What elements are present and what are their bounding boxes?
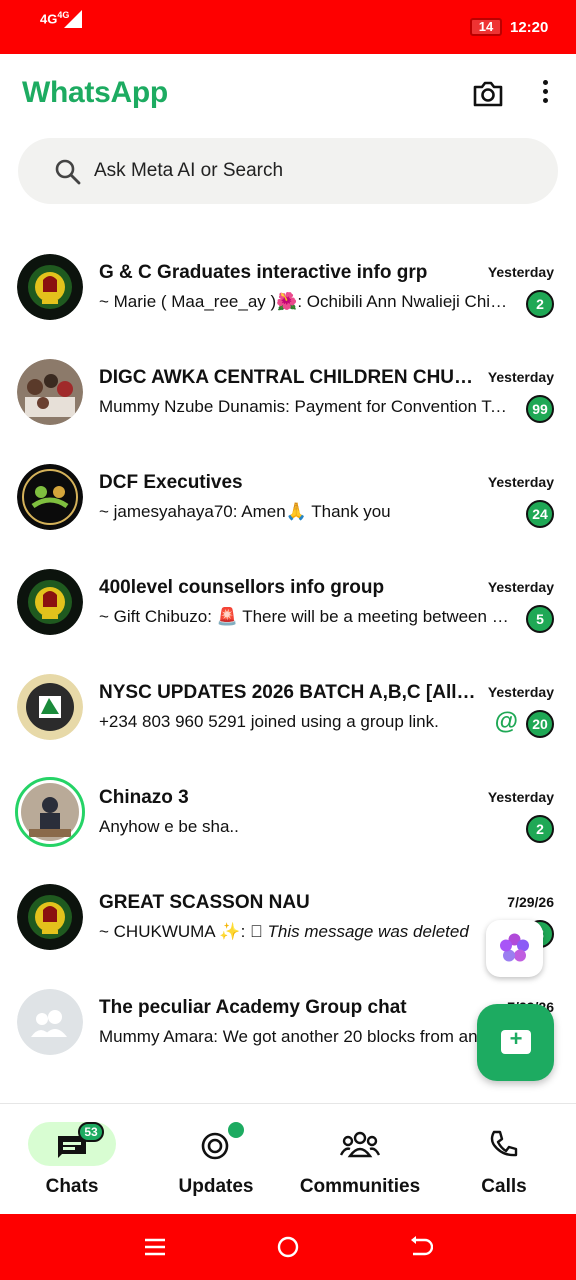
tab-communities[interactable]: Communities	[288, 1104, 432, 1215]
chat-name: GREAT SCASSON NAU	[99, 892, 310, 913]
app-title: WhatsApp	[22, 76, 168, 109]
meta-ai-icon	[500, 933, 529, 962]
group-avatar[interactable]	[17, 254, 83, 320]
chat-preview: ~ Marie ( Maa_ree_ay )🌺: Ochibili Ann Nw…	[99, 292, 509, 311]
chat-time: Yesterday	[487, 789, 554, 805]
chat-preview: Anyhow e be sha..	[99, 817, 239, 836]
back-icon[interactable]	[407, 1234, 433, 1260]
chat-item[interactable]: G & C Graduates interactive info grp Yes…	[0, 236, 576, 341]
mention-icon: @	[494, 708, 518, 735]
updates-indicator-dot	[228, 1122, 244, 1138]
chat-preview: ~ CHUKWUMA ✨: ⃠ This message was deleted	[99, 922, 509, 942]
home-icon[interactable]	[275, 1234, 301, 1260]
new-chat-button[interactable]	[477, 1004, 554, 1081]
group-avatar-placeholder[interactable]	[17, 989, 83, 1055]
search-icon	[55, 159, 81, 185]
search-input[interactable]	[94, 154, 514, 188]
communities-icon	[340, 1131, 380, 1158]
unread-badge: 99	[526, 395, 554, 423]
chat-preview: Mummy Nzube Dunamis: Payment for Convent…	[99, 397, 509, 416]
unread-chats-count: 53	[78, 1122, 104, 1142]
tab-calls[interactable]: Calls	[432, 1104, 576, 1215]
unread-badge: 2	[526, 815, 554, 843]
more-options-icon[interactable]	[540, 80, 550, 108]
group-avatar[interactable]	[17, 359, 83, 425]
chat-preview: +234 803 960 5291 joined using a group l…	[99, 712, 439, 731]
meta-ai-button[interactable]	[486, 920, 543, 977]
group-avatar[interactable]	[17, 464, 83, 530]
chat-name: G & C Graduates interactive info grp	[99, 262, 428, 283]
tab-label: Calls	[481, 1176, 527, 1197]
chat-item[interactable]: NYSC UPDATES 2026 BATCH A,B,C [All Str… …	[0, 656, 576, 761]
chat-name: DCF Executives	[99, 472, 243, 493]
system-navigation-bar	[0, 1214, 576, 1280]
chat-item[interactable]: 400level counsellors info group Yesterda…	[0, 551, 576, 656]
unread-badge: 24	[526, 500, 554, 528]
deleted-message-text: This message was deleted	[267, 922, 469, 941]
clock: 12:20	[510, 19, 549, 36]
tab-label: Updates	[178, 1176, 254, 1197]
chat-name: The peculiar Academy Group chat	[99, 997, 407, 1018]
unread-badge: 5	[526, 605, 554, 633]
recent-apps-icon[interactable]	[142, 1234, 168, 1260]
chat-item[interactable]: Chinazo 3 Yesterday Anyhow e be sha.. 2	[0, 761, 576, 866]
group-avatar[interactable]	[17, 674, 83, 740]
status-bar: 4G4G 14 12:20	[0, 0, 576, 54]
new-chat-icon	[501, 1026, 531, 1054]
camera-icon[interactable]	[472, 80, 504, 108]
message-sender: ~ CHUKWUMA ✨: ⃠	[99, 922, 268, 941]
signal-icon	[64, 10, 82, 28]
chat-preview: Mummy Amara: We got another 20 blocks fr…	[99, 1027, 495, 1046]
chat-name: DIGC AWKA CENTRAL CHILDREN CHURCH	[99, 367, 479, 388]
chat-item[interactable]: DCF Executives Yesterday ~ jamesyahaya70…	[0, 446, 576, 551]
chat-name: 400level counsellors info group	[99, 577, 385, 598]
chat-time: Yesterday	[487, 579, 554, 595]
battery-icon: 14	[470, 18, 502, 36]
chat-time: Yesterday	[487, 369, 554, 385]
chat-preview: ~ jamesyahaya70: Amen🙏 Thank you	[99, 502, 391, 521]
app-header: WhatsApp	[0, 54, 576, 134]
bottom-navigation: 53 Chats Updates Communities Calls	[0, 1103, 576, 1214]
chat-preview: ~ Gift Chibuzo: 🚨 There will be a meetin…	[99, 607, 509, 626]
phone-icon	[490, 1130, 518, 1157]
group-avatar[interactable]	[17, 569, 83, 635]
unread-badge: 2	[526, 290, 554, 318]
tab-chats[interactable]: 53 Chats	[0, 1104, 144, 1215]
contact-avatar[interactable]	[15, 777, 85, 847]
unread-badge: 20	[526, 710, 554, 738]
tab-label: Communities	[299, 1176, 421, 1197]
chat-name: NYSC UPDATES 2026 BATCH A,B,C [All Str…	[99, 682, 479, 703]
group-avatar[interactable]	[17, 884, 83, 950]
tab-label: Chats	[45, 1176, 99, 1197]
chat-time: Yesterday	[487, 684, 554, 700]
tab-updates[interactable]: Updates	[144, 1104, 288, 1215]
chat-item[interactable]: DIGC AWKA CENTRAL CHILDREN CHURCH Yester…	[0, 341, 576, 446]
chat-name: Chinazo 3	[99, 787, 189, 808]
chat-time: Yesterday	[487, 474, 554, 490]
search-bar[interactable]	[18, 138, 558, 204]
chat-time: 7/29/26	[507, 894, 554, 910]
chat-time: Yesterday	[487, 264, 554, 280]
